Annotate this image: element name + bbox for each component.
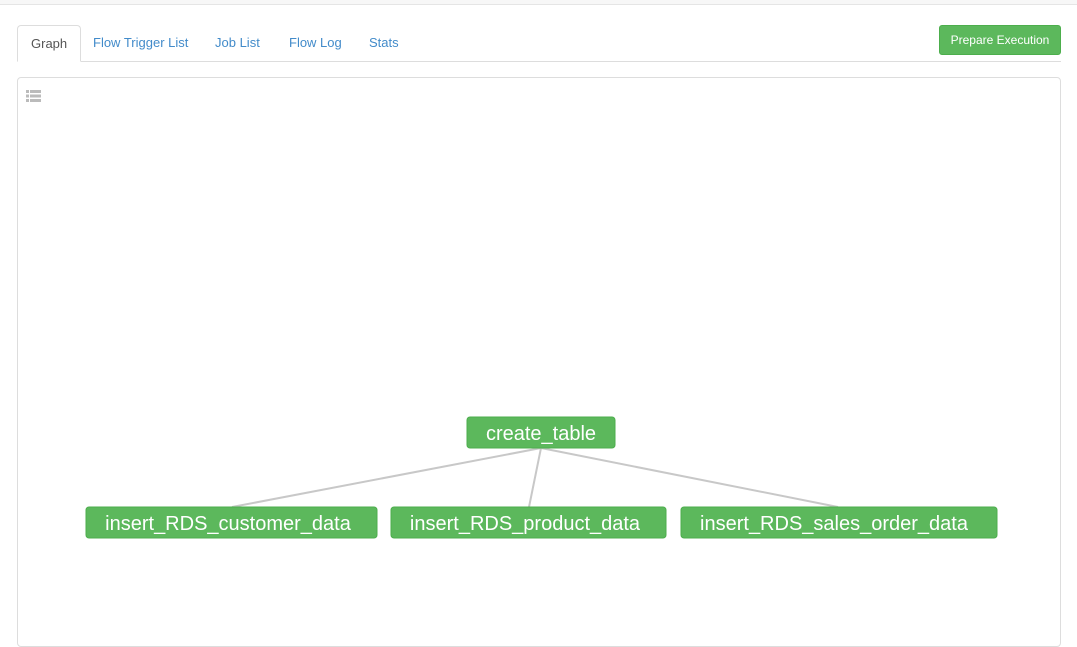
node-insert-rds-sales-order-data[interactable]: insert_RDS_sales_order_data bbox=[680, 506, 998, 539]
node-insert-rds-customer-data[interactable]: insert_RDS_customer_data bbox=[85, 506, 378, 539]
node-label: insert_RDS_sales_order_data bbox=[700, 513, 969, 535]
node-label: insert_RDS_product_data bbox=[410, 513, 641, 535]
graph-edges bbox=[231, 447, 839, 508]
edge-create-table-to-customer bbox=[231, 447, 542, 508]
edge-create-table-to-product bbox=[528, 447, 542, 508]
node-label: create_table bbox=[486, 423, 596, 445]
node-label: insert_RDS_customer_data bbox=[105, 513, 352, 535]
edge-create-table-to-sales-order bbox=[540, 447, 839, 508]
node-create-table[interactable]: create_table bbox=[466, 416, 616, 449]
node-insert-rds-product-data[interactable]: insert_RDS_product_data bbox=[390, 506, 667, 539]
flow-graph: create_table insert_RDS_customer_data in… bbox=[85, 416, 998, 539]
